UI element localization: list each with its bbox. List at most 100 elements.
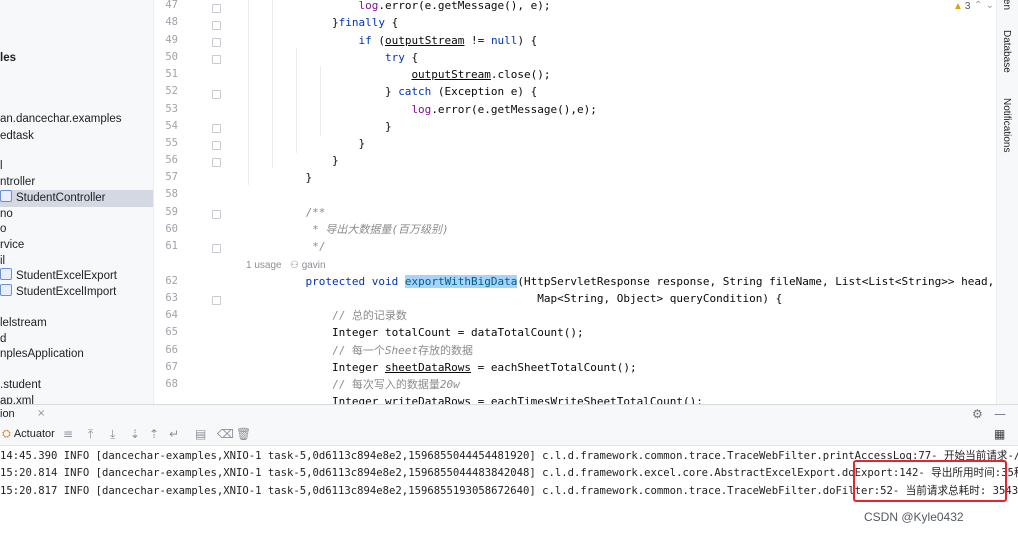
fold-marker-icon[interactable] [212,296,221,305]
database-tool-tab[interactable]: Database [1001,30,1012,73]
code-line: } [226,137,366,150]
layout-icon[interactable]: ▦ [994,426,1005,442]
clear-icon[interactable]: ⌫ [217,426,234,442]
print-icon[interactable]: ▤ [195,426,206,442]
code-line: */ [312,240,326,253]
tree-item-label: .student [0,379,41,391]
tree-item-student-excel-export[interactable]: StudentExcelExport [0,268,153,285]
line-number: 65 [165,326,178,338]
code-line: } catch (Exception e) { [226,85,538,98]
fold-marker-icon[interactable] [212,141,221,150]
fold-marker-icon[interactable] [212,38,221,47]
fold-marker-icon[interactable] [212,124,221,133]
fold-marker-icon[interactable] [212,244,221,253]
warning-icon: ▲ [953,1,963,12]
fold-marker-icon[interactable] [212,210,221,219]
soft-wrap-icon[interactable]: ↵ [169,426,179,442]
chevron-down-icon[interactable]: ⌄ [986,0,994,11]
code-line: outputStream.close(); [411,68,551,81]
line-number: 58 [165,188,178,200]
tree-item-package-modelstream[interactable]: lelstream [0,315,153,332]
tree-item-label: ntroller [0,176,36,188]
inspection-nav-arrows[interactable]: ⌃ ⌄ [974,0,994,11]
line-number: 54 [165,120,178,132]
tree-item-label: StudentExcelImport [16,286,117,298]
menu-icon[interactable]: ≡ [63,426,73,442]
tree-item-package[interactable]: o [0,221,153,238]
minimize-icon[interactable]: — [994,406,1006,422]
line-number: 61 [165,240,178,252]
tree-item-package[interactable]: l [0,158,153,175]
tree-item-label: l [0,160,3,172]
usage-hint[interactable]: 1 usage ⚇ gavin [246,260,326,271]
usage-count: 1 usage [246,260,282,271]
tree-item-mapper-xml[interactable]: ap.xml [0,393,153,404]
code-line: }finally { [226,16,399,29]
run-tab[interactable]: ion [0,406,15,422]
fold-marker-icon[interactable] [212,4,221,13]
tree-item-label: edtask [0,130,34,142]
tree-item-package[interactable]: edtask [0,128,153,145]
inspection-widget[interactable]: ▲ 3 [953,1,970,12]
fold-marker-icon[interactable] [212,55,221,64]
code-line: /** [305,206,326,219]
notifications-tool-tab[interactable]: Notifications [1001,98,1012,152]
trash-icon[interactable]: 🗑 [236,426,251,442]
tree-item-student-excel-import[interactable]: StudentExcelImport [0,284,153,301]
tree-item-project[interactable]: les [0,50,153,67]
download-icon[interactable]: ⇣ [130,426,140,442]
tree-item-label: nplesApplication [0,348,84,360]
code-line: } [226,120,392,133]
code-line-current: protected void exportWithBigData(HttpSer… [305,275,995,288]
tree-item-label: rvice [0,239,25,251]
fold-marker-icon[interactable] [212,21,221,30]
actuator-label: Actuator [13,428,55,440]
line-number: 62 [165,275,178,287]
right-tool-strip: Maven Database Notifications [996,0,1018,404]
tree-item-package-student[interactable]: .student [0,377,153,394]
code-line: } [226,154,339,167]
tree-item-student-controller[interactable]: StudentController [0,190,153,207]
author-name: gavin [301,260,326,271]
actuator-tab[interactable]: ⛭ Actuator [2,426,55,442]
fold-marker-icon[interactable] [212,90,221,99]
maven-tool-tab[interactable]: Maven [1001,0,1012,10]
upload-icon[interactable]: ⇡ [149,426,159,442]
tree-item-label: an.dancechar.examples [0,113,122,125]
line-number: 55 [165,137,178,149]
gear-icon[interactable]: ⚙ [972,406,983,422]
line-number: 47 [165,0,178,11]
tree-item-label: StudentExcelExport [16,270,118,282]
tree-item-label: il [0,255,6,267]
scroll-down-icon[interactable]: ⤓ [110,426,115,442]
close-icon[interactable]: × [37,406,45,422]
tree-item-package[interactable]: an.dancechar.examples [0,111,153,128]
code-line: log.error(e.getMessage(),e); [411,103,597,116]
tree-item-package-controller[interactable]: ntroller [0,174,153,191]
code-line: if (outputStream != null) { [358,34,538,47]
tree-item-label: StudentController [16,192,106,204]
line-number: 68 [165,378,178,390]
project-tree: les an.dancechar.examples edtask l ntrol… [0,0,154,404]
class-icon [0,190,12,202]
line-number: 51 [165,68,178,80]
tree-item-package-service[interactable]: rvice [0,237,153,254]
line-number: 50 [165,51,178,63]
editor-gutter: 47 48 49 50 51 52 53 54 55 56 57 58 59 6… [154,0,226,404]
code-editor[interactable]: log.error(e.getMessage(), e); }finally {… [226,0,996,404]
line-number: 67 [165,361,178,373]
tree-item-label: no [0,208,13,220]
line-number: 57 [165,171,178,183]
scroll-up-icon[interactable]: ⤒ [88,426,93,442]
tree-item-examples-application[interactable]: nplesApplication [0,346,153,363]
tree-item-label: ap.xml [0,395,34,404]
fold-marker-icon[interactable] [212,158,221,167]
line-number: 59 [165,206,178,218]
class-icon [0,268,12,280]
code-line: * 导出大数据量(百万级别) [312,223,449,236]
tree-item-label: les [0,52,16,64]
code-line: Integer totalCount = dataTotalCount(); [226,326,584,339]
code-line: // 总的记录数 [331,309,407,322]
chevron-up-icon[interactable]: ⌃ [974,0,982,11]
tree-item-label: lelstream [0,317,47,329]
